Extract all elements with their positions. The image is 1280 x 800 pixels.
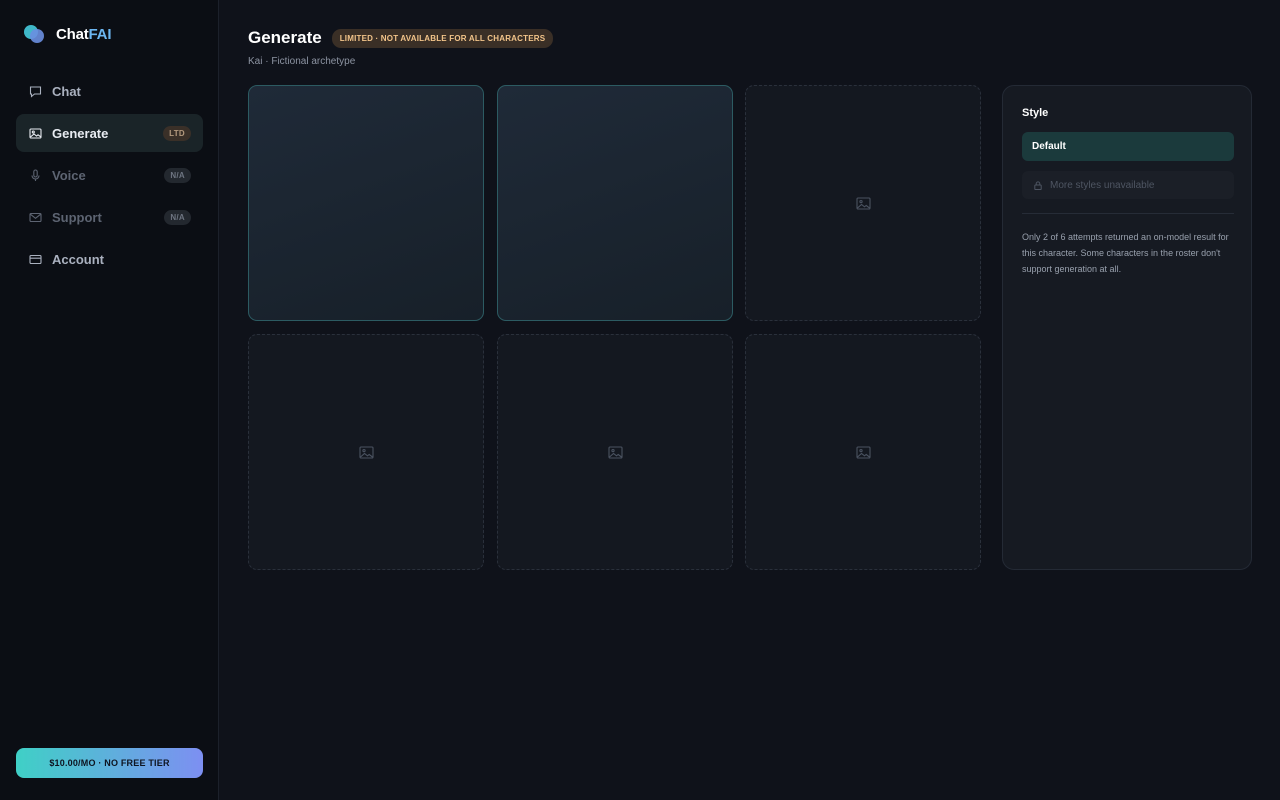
limited-badge: LIMITED · NOT AVAILABLE FOR ALL CHARACTE… [331, 28, 554, 48]
panel-divider [1022, 213, 1234, 214]
sidebar-item-label: Support [52, 209, 102, 225]
page-header: Generate LIMITED · NOT AVAILABLE FOR ALL… [248, 28, 554, 67]
status-badge: N/A [164, 209, 191, 225]
chat-icon [29, 85, 42, 98]
image-placeholder-icon [358, 445, 374, 459]
page-title: Generate [248, 28, 322, 47]
image-placeholder-icon [855, 196, 871, 210]
status-badge: N/A [164, 167, 191, 183]
image-tile-empty [248, 334, 484, 570]
brand-name: ChatFAI [56, 26, 111, 43]
sidebar-item-chat[interactable]: Chat [16, 72, 203, 110]
lock-icon [1034, 180, 1042, 190]
title-row: Generate LIMITED · NOT AVAILABLE FOR ALL… [248, 28, 554, 48]
style-option-locked: More styles unavailable [1022, 171, 1234, 199]
sidebar: ChatFAI Chat Generate LTD Voice N/A Supp… [0, 0, 219, 800]
brand[interactable]: ChatFAI [24, 24, 111, 44]
style-option-default[interactable]: Default [1022, 132, 1234, 161]
panel-title: Style [1022, 107, 1049, 119]
sidebar-item-label: Voice [52, 167, 86, 183]
locked-styles-label: More styles unavailable [1050, 179, 1155, 191]
sidebar-item-label: Account [52, 251, 104, 267]
chat-bubbles-icon [24, 24, 46, 44]
image-icon [29, 127, 42, 140]
image-tile-empty [745, 334, 981, 570]
generation-note: Only 2 of 6 attempts returned an on-mode… [1022, 232, 1229, 274]
mail-icon [29, 211, 42, 224]
image-placeholder-icon [607, 445, 623, 459]
card-icon [29, 253, 42, 266]
sidebar-nav: Chat Generate LTD Voice N/A Support N/A [16, 72, 203, 282]
page-subtitle: Kai · Fictional archetype [248, 56, 356, 67]
sidebar-item-label: Generate [52, 125, 109, 141]
sidebar-item-voice[interactable]: Voice N/A [16, 156, 203, 194]
sidebar-item-label: Chat [52, 83, 81, 99]
status-badge: LTD [163, 125, 191, 141]
sidebar-item-account[interactable]: Account [16, 240, 203, 278]
image-placeholder-icon [855, 445, 871, 459]
image-tile-empty [497, 334, 733, 570]
mic-icon [29, 168, 42, 182]
brand-name-accent: FAI [88, 25, 112, 43]
brand-name-main: Chat [56, 25, 89, 43]
style-panel: Style Default More styles unavailable On… [1002, 85, 1252, 570]
image-tile-result[interactable] [248, 85, 484, 321]
image-tile-result[interactable] [497, 85, 733, 321]
sidebar-item-support[interactable]: Support N/A [16, 198, 203, 236]
image-tile-empty [745, 85, 981, 321]
pricing-button[interactable]: $10.00/MO · NO FREE TIER [16, 748, 203, 778]
sidebar-item-generate[interactable]: Generate LTD [16, 114, 203, 152]
